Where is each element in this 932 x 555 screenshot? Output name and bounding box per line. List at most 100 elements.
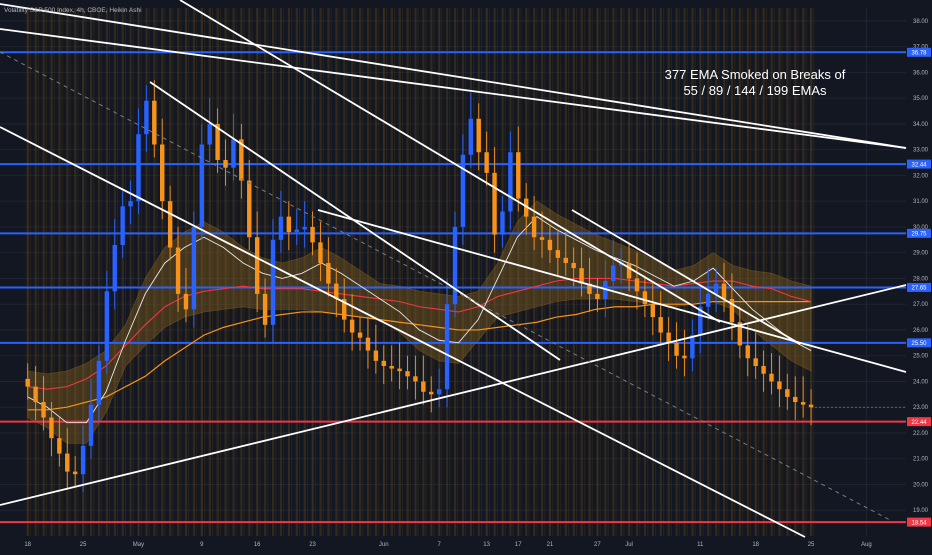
candle-up	[278, 216, 284, 240]
candle-down	[262, 293, 268, 325]
candle-up	[80, 445, 86, 475]
level-price-label: 27.65	[911, 286, 927, 292]
y-tick-label: 26.00	[913, 328, 929, 334]
session-stripe	[53, 8, 55, 536]
candle-down	[389, 366, 394, 369]
candle-up	[136, 134, 141, 202]
session-stripe	[26, 8, 29, 536]
candle-down	[183, 293, 189, 310]
session-stripe	[425, 8, 427, 536]
candle-up	[112, 244, 117, 292]
level-price-label: 18.54	[911, 520, 927, 526]
session-stripe	[37, 8, 40, 536]
x-tick-label: 27	[594, 542, 601, 548]
y-tick-label: 35.00	[913, 96, 929, 102]
candle-down	[800, 402, 806, 405]
x-tick-label: 13	[483, 542, 490, 548]
candle-down	[793, 396, 798, 403]
session-stripe	[398, 8, 401, 536]
y-tick-label: 29.00	[913, 251, 929, 257]
session-stripe	[393, 8, 396, 536]
candle-down	[310, 226, 315, 243]
candle-down	[381, 360, 386, 367]
y-tick-label: 36.00	[913, 70, 929, 76]
session-stripe	[477, 8, 480, 536]
candle-down	[516, 152, 521, 199]
candle-down	[405, 371, 410, 377]
candle-up	[500, 211, 505, 235]
session-stripe	[69, 8, 71, 536]
session-stripe	[137, 8, 140, 536]
y-tick-label: 22.00	[913, 431, 929, 437]
y-tick-label: 21.00	[913, 457, 929, 463]
candle-down	[25, 378, 30, 387]
vix-chart: 38.0037.0036.0035.0034.0033.0032.0031.00…	[0, 0, 932, 550]
candle-down	[808, 404, 814, 408]
session-stripe	[93, 8, 95, 536]
candle-down	[152, 100, 157, 145]
candle-up	[690, 335, 695, 359]
candle-up	[444, 304, 450, 390]
candle-down	[769, 373, 774, 382]
candle-down	[484, 152, 489, 173]
y-tick-label: 34.00	[913, 122, 929, 128]
candle-down	[65, 453, 70, 472]
x-tick-label: Aug	[861, 542, 872, 548]
y-tick-label: 20.00	[913, 482, 929, 488]
session-stripe	[121, 8, 124, 536]
candle-up	[508, 152, 513, 212]
candle-down	[72, 471, 78, 475]
session-stripe	[101, 8, 103, 536]
y-tick-label: 38.00	[913, 19, 929, 25]
x-tick-label: 21	[547, 542, 554, 548]
x-tick-label: 23	[309, 542, 316, 548]
x-tick-label: Jun	[379, 542, 389, 548]
y-tick-label: 28.00	[913, 276, 929, 282]
x-tick-label: 25	[808, 542, 815, 548]
candle-up	[128, 201, 133, 207]
x-tick-label: 25	[80, 542, 87, 548]
session-stripe	[45, 8, 47, 536]
x-tick-label: 18	[24, 542, 31, 548]
candle-up	[436, 389, 442, 395]
session-stripe	[370, 8, 372, 536]
candle-down	[160, 144, 165, 202]
candle-up	[294, 229, 299, 233]
candle-down	[753, 358, 758, 367]
x-tick-label: May	[133, 542, 144, 548]
annotation-line-2[interactable]: 55 / 89 / 144 / 199 EMAs	[683, 83, 827, 98]
candle-down	[476, 118, 481, 153]
candle-down	[349, 319, 355, 333]
candle-up	[191, 226, 197, 310]
x-tick-label: 18	[752, 542, 759, 548]
level-price-label: 32.44	[911, 162, 927, 168]
level-price-label: 22.44	[911, 420, 927, 426]
chart-root: 38.00 37.00 36.00 35.00 34.00 33.00 32.00 31.00…	[0, 0, 932, 550]
session-stripe	[109, 8, 111, 536]
candle-down	[413, 376, 418, 382]
candle-down	[57, 438, 62, 454]
candle-up	[270, 239, 276, 325]
session-stripe	[422, 8, 425, 536]
level-price-label: 29.75	[911, 232, 927, 238]
session-stripe	[390, 8, 393, 536]
x-tick-label: 17	[515, 542, 522, 548]
candle-up	[104, 291, 110, 361]
session-stripe	[77, 8, 79, 536]
candle-up	[88, 404, 94, 446]
session-stripe	[485, 8, 488, 536]
candle-down	[547, 239, 553, 251]
annotation-line-1[interactable]: 377 EMA Smoked on Breaks of	[665, 67, 846, 82]
candle-up	[705, 293, 711, 307]
session-stripe	[409, 8, 411, 536]
candle-down	[33, 386, 38, 403]
candle-down	[318, 242, 323, 263]
candle-up	[611, 265, 616, 282]
candle-down	[247, 180, 252, 238]
candle-up	[120, 206, 125, 245]
session-stripe	[473, 8, 475, 536]
candle-down	[286, 216, 292, 233]
session-stripe	[480, 8, 483, 536]
candle-up	[713, 283, 719, 294]
level-price-label: 36.78	[911, 51, 927, 57]
